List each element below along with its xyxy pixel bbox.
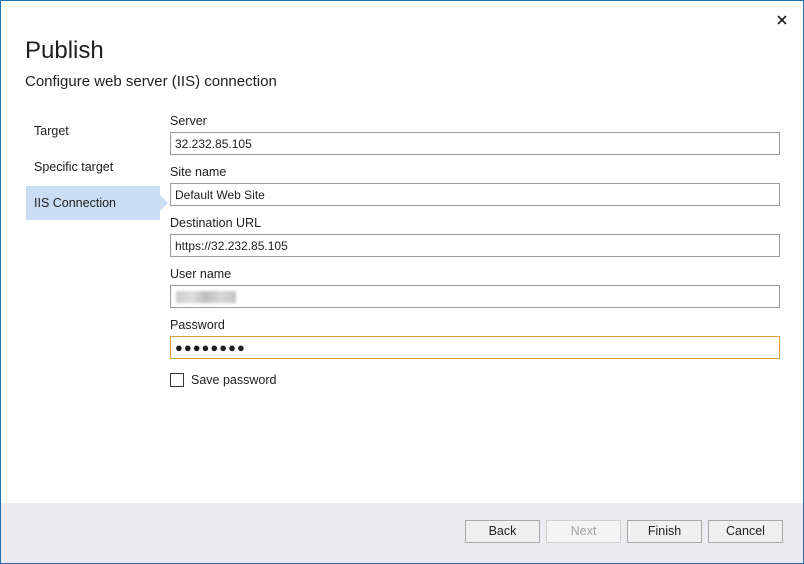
site-name-label: Site name [170,165,227,179]
close-icon [777,15,787,25]
nav-item-iis-connection[interactable]: IIS Connection [26,186,168,220]
dialog-footer: Back Next Finish Cancel [1,503,803,563]
finish-button[interactable]: Finish [627,520,702,543]
nav-item-label: Target [34,124,69,138]
save-password-row: Save password [170,371,780,389]
connection-form: Server Site name Destination URL User na… [170,113,780,389]
password-input[interactable] [170,336,780,359]
back-button[interactable]: Back [465,520,540,543]
save-password-label[interactable]: Save password [191,373,276,387]
user-name-label: User name [170,267,232,281]
server-label: Server [170,114,207,128]
close-button[interactable] [773,11,791,29]
destination-url-input[interactable] [170,234,780,257]
dialog-title: Publish [25,37,104,64]
destination-url-field: Destination URL [170,215,780,257]
nav-item-specific-target[interactable]: Specific target [26,150,160,184]
site-name-field: Site name [170,164,780,206]
cancel-button[interactable]: Cancel [708,520,783,543]
site-name-input[interactable] [170,183,780,206]
save-password-checkbox[interactable] [170,373,184,387]
user-name-input[interactable] [170,285,780,308]
destination-url-label: Destination URL [170,216,262,230]
user-name-field: User name [170,266,780,308]
redacted-username [176,291,236,303]
password-field: Password [170,317,780,359]
dialog-subtitle: Configure web server (IIS) connection [25,73,277,90]
nav-item-target[interactable]: Target [26,114,160,148]
publish-dialog: Publish Configure web server (IIS) conne… [0,0,804,564]
next-button[interactable]: Next [546,520,621,543]
nav-item-label: IIS Connection [34,196,116,210]
server-input[interactable] [170,132,780,155]
server-field: Server [170,113,780,155]
nav-item-label: Specific target [34,160,114,174]
wizard-nav: Target Specific target IIS Connection [26,114,168,222]
password-label: Password [170,318,225,332]
